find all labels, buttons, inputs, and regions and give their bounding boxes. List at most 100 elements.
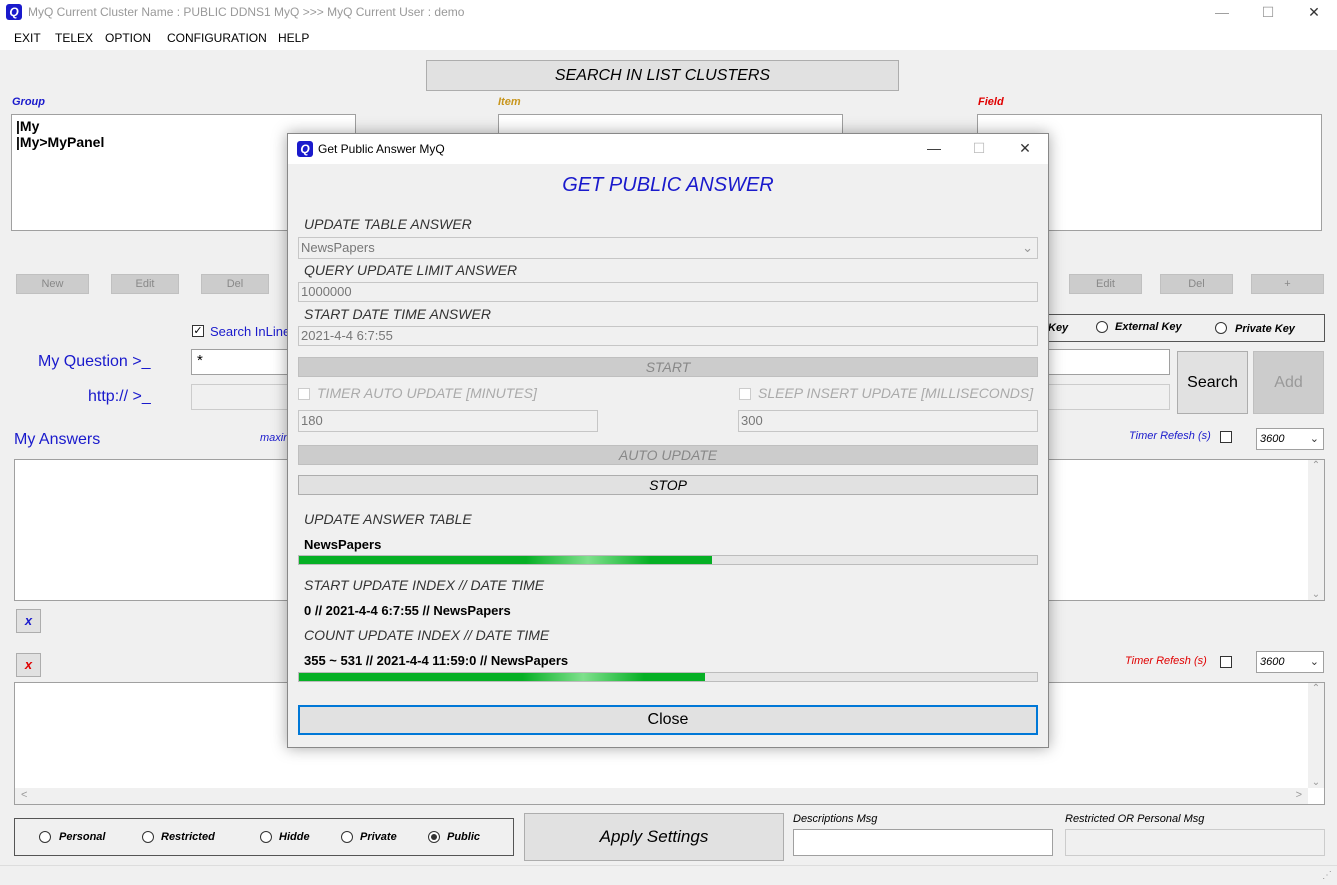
external-key-label: External Key	[1115, 321, 1182, 333]
menu-telex[interactable]: TELEX	[55, 31, 93, 45]
hidden-radio[interactable]	[260, 831, 272, 843]
query-limit-label: QUERY UPDATE LIMIT ANSWER	[304, 262, 518, 278]
menu-configuration[interactable]: CONFIGURATION	[167, 31, 267, 45]
group-new-button[interactable]: New	[16, 274, 89, 294]
count-progress-bar	[298, 672, 1038, 682]
timer-auto-label: TIMER AUTO UPDATE [MINUTES]	[317, 385, 537, 401]
clear-answers-button[interactable]: x	[16, 609, 41, 633]
start-datetime-input[interactable]: 2021-4-4 6:7:55	[298, 326, 1038, 346]
hidden-label: Hidde	[279, 831, 310, 843]
private-key-radio[interactable]	[1215, 322, 1227, 334]
start-datetime-label: START DATE TIME ANSWER	[304, 306, 491, 322]
dialog-maximize-button[interactable]: ☐	[956, 136, 1002, 162]
sleep-insert-label: SLEEP INSERT UPDATE [MILLISECONDS]	[758, 385, 1034, 401]
menu-help[interactable]: HELP	[278, 31, 309, 45]
timer-refresh-checkbox[interactable]	[1220, 431, 1232, 443]
menu-bar: EXIT TELEX OPTION CONFIGURATION HELP	[0, 26, 1337, 50]
scroll-right-icon[interactable]: >	[1296, 789, 1302, 801]
scroll-up-icon[interactable]: ⌃	[1308, 683, 1324, 694]
update-table-label: UPDATE TABLE ANSWER	[304, 216, 472, 232]
search-inline-label: Search InLine	[210, 324, 288, 339]
clear-bottom-button[interactable]: x	[16, 653, 41, 677]
auto-update-button[interactable]: AUTO UPDATE	[298, 445, 1038, 465]
count-progress-fill	[299, 673, 705, 681]
scroll-down-icon[interactable]: ⌄	[1308, 589, 1324, 600]
search-clusters-button[interactable]: SEARCH IN LIST CLUSTERS	[426, 60, 899, 91]
field-edit-button[interactable]: Edit	[1069, 274, 1142, 294]
scroll-left-icon[interactable]: <	[21, 789, 27, 801]
update-answer-table-label: UPDATE ANSWER TABLE	[304, 511, 472, 527]
answers-scrollbar[interactable]: ⌃ ⌄	[1308, 460, 1324, 600]
query-limit-input[interactable]: 1000000	[298, 282, 1038, 302]
timer-refresh-select-2[interactable]: 3600 ⌄	[1256, 651, 1324, 673]
item-label: Item	[498, 96, 521, 108]
minimize-button[interactable]: —	[1199, 0, 1245, 26]
dialog-minimize-button[interactable]: —	[911, 136, 957, 162]
close-window-button[interactable]: ✕	[1291, 0, 1337, 26]
update-table-value: NewsPapers	[301, 240, 375, 255]
add-button[interactable]: Add	[1253, 351, 1324, 414]
public-radio[interactable]	[428, 831, 440, 843]
group-del-button[interactable]: Del	[201, 274, 269, 294]
title-bar: Q MyQ Current Cluster Name : PUBLIC DDNS…	[0, 0, 1337, 26]
sleep-insert-checkbox[interactable]	[739, 388, 751, 400]
start-index-value: 0 // 2021-4-4 6:7:55 // NewsPapers	[304, 603, 511, 618]
scroll-up-icon[interactable]: ⌃	[1308, 460, 1324, 471]
close-button[interactable]: Close	[298, 705, 1038, 735]
maximize-button[interactable]: ☐	[1245, 0, 1291, 26]
group-list-item[interactable]: |My	[16, 118, 351, 134]
update-progress-bar	[298, 555, 1038, 565]
update-table-select[interactable]: NewsPapers ⌄	[298, 237, 1038, 259]
descriptions-msg-input[interactable]	[793, 829, 1053, 856]
count-index-value: 355 ~ 531 // 2021-4-4 11:59:0 // NewsPap…	[304, 653, 569, 668]
search-button[interactable]: Search	[1177, 351, 1248, 414]
timer-refresh-select[interactable]: 3600 ⌄	[1256, 428, 1324, 450]
timer-refresh-checkbox-2[interactable]	[1220, 656, 1232, 668]
bottom-scrollbar-v[interactable]: ⌃ ⌄	[1308, 683, 1324, 788]
menu-exit[interactable]: EXIT	[14, 31, 41, 45]
dialog-close-icon[interactable]: ✕	[1002, 136, 1048, 162]
restricted-msg-input[interactable]	[1065, 829, 1325, 856]
restricted-radio[interactable]	[142, 831, 154, 843]
window-title: MyQ Current Cluster Name : PUBLIC DDNS1 …	[28, 5, 465, 19]
start-index-label: START UPDATE INDEX // DATE TIME	[304, 577, 545, 593]
timer-refresh-value-2: 3600	[1260, 656, 1285, 668]
timer-auto-checkbox[interactable]	[298, 388, 310, 400]
count-index-label: COUNT UPDATE INDEX // DATE TIME	[304, 627, 550, 643]
field-del-button[interactable]: Del	[1160, 274, 1233, 294]
private-key-label: Private Key	[1235, 323, 1295, 335]
private-radio[interactable]	[341, 831, 353, 843]
personal-label: Personal	[59, 831, 106, 843]
update-progress-fill	[299, 556, 713, 564]
start-button[interactable]: START	[298, 357, 1038, 377]
scroll-down-icon[interactable]: ⌄	[1308, 777, 1324, 788]
restricted-label: Restricted	[161, 831, 215, 843]
sleep-insert-input[interactable]: 300	[738, 410, 1038, 432]
update-answer-table-value: NewsPapers	[304, 537, 382, 552]
menu-option[interactable]: OPTION	[105, 31, 151, 45]
field-plus-button[interactable]: +	[1251, 274, 1324, 294]
timer-refresh-label: Timer Refesh (s)	[1129, 430, 1211, 442]
external-key-radio[interactable]	[1096, 321, 1108, 333]
key-options: Key External Key Private Key	[1040, 314, 1325, 342]
group-edit-button[interactable]: Edit	[111, 274, 179, 294]
chevron-down-icon: ⌄	[1022, 240, 1033, 255]
stop-button[interactable]: STOP	[298, 475, 1038, 495]
privacy-options: Personal Restricted Hidde Private Public	[14, 818, 514, 856]
timer-refresh-value: 3600	[1260, 433, 1285, 445]
resize-grip-icon[interactable]: ⋰	[1322, 870, 1332, 881]
restricted-msg-label: Restricted OR Personal Msg	[1065, 813, 1205, 825]
timer-auto-input[interactable]: 180	[298, 410, 598, 432]
field-label: Field	[978, 96, 1004, 108]
private-label: Private	[360, 831, 397, 843]
get-public-answer-dialog: Q Get Public Answer MyQ — ☐ ✕ GET PUBLIC…	[287, 133, 1049, 748]
descriptions-msg-label: Descriptions Msg	[793, 813, 878, 825]
apply-settings-button[interactable]: Apply Settings	[524, 813, 784, 861]
dialog-title-bar: Q Get Public Answer MyQ — ☐ ✕	[288, 134, 1048, 164]
dialog-app-icon: Q	[297, 141, 313, 157]
bottom-scrollbar-h[interactable]: < >	[15, 788, 1308, 804]
personal-radio[interactable]	[39, 831, 51, 843]
dialog-title: Get Public Answer MyQ	[318, 142, 445, 156]
chevron-down-icon: ⌄	[1309, 656, 1319, 668]
search-inline-checkbox[interactable]: ✓	[192, 325, 204, 337]
